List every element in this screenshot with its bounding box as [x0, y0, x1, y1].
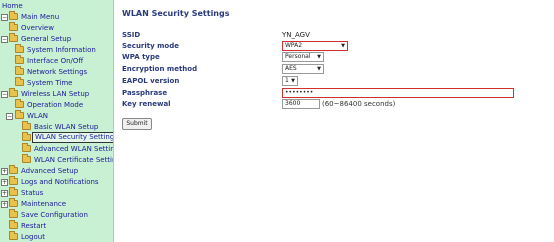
expand-icon[interactable]: + [1, 168, 8, 175]
nav-interface-on-off-label: Interface On/Off [27, 57, 84, 65]
dropdown-arrow-icon: ▼ [341, 43, 345, 49]
expand-icon[interactable]: + [1, 179, 8, 186]
folder-icon [22, 121, 31, 130]
folder-icon [9, 176, 18, 185]
key-renewal-label: Key renewal [122, 100, 171, 108]
folder-icon [9, 22, 18, 31]
key-renewal-hint: (60~86400 seconds) [322, 100, 396, 108]
folder-icon [15, 66, 24, 75]
folder-icon [22, 143, 31, 152]
nav-logout-label: Logout [21, 233, 45, 241]
encryption-method-label: Encryption method [122, 65, 198, 73]
sidebar: Home − Main Menu Overview − General Setu… [0, 0, 114, 242]
ssid-label: SSID [122, 31, 141, 39]
nav-system-time-label: System Time [27, 79, 73, 87]
folder-icon [15, 110, 24, 119]
folder-icon [22, 154, 31, 163]
nav-operation-mode-label: Operation Mode [27, 101, 84, 109]
page-title: WLAN Security Settings [122, 9, 230, 18]
main-content: WLAN Security Settings SSID YN_AGV Secur… [114, 0, 554, 242]
nav-system-information-label: System Information [27, 46, 96, 54]
eapol-version-value: 1 [285, 77, 289, 84]
folder-icon [22, 132, 31, 141]
folder-icon [9, 187, 18, 196]
nav-status-label: Status [21, 189, 44, 197]
collapse-icon[interactable]: − [1, 14, 8, 21]
folder-icon [15, 55, 24, 64]
eapol-version-label: EAPOL version [122, 77, 180, 85]
encryption-method-value: AES [285, 65, 297, 72]
collapse-icon[interactable]: − [6, 113, 13, 120]
nav-logs-and-notifications-label: Logs and Notifications [21, 178, 99, 186]
passphrase-input[interactable]: •••••••• [282, 88, 514, 98]
security-mode-value: WPA2 [285, 42, 303, 49]
folder-icon [9, 33, 18, 42]
nav-general-setup-label: General Setup [21, 35, 72, 43]
dropdown-arrow-icon: ▼ [317, 66, 321, 72]
folder-icon [9, 198, 18, 207]
eapol-version-select[interactable]: 1 ▼ [282, 76, 298, 86]
folder-icon [9, 220, 18, 229]
nav-main-menu-label: Main Menu [21, 13, 60, 21]
nav-save-configuration-label: Save Configuration [21, 211, 88, 219]
folder-icon [15, 77, 24, 86]
expand-icon[interactable]: + [1, 190, 8, 197]
dropdown-arrow-icon: ▼ [291, 78, 295, 84]
nav-wireless-lan-setup-label: Wireless LAN Setup [21, 90, 90, 98]
submit-button[interactable]: Submit [122, 118, 152, 130]
nav-advanced-setup-label: Advanced Setup [21, 167, 79, 175]
folder-icon [9, 165, 18, 174]
folder-icon [15, 99, 24, 108]
passphrase-label: Passphrase [122, 89, 168, 97]
security-mode-label: Security mode [122, 42, 179, 50]
nav-wlan-label: WLAN [27, 112, 49, 120]
wpa-type-value: Personal [285, 53, 311, 60]
nav-overview-label: Overview [21, 24, 54, 32]
folder-icon [9, 11, 18, 20]
encryption-method-select[interactable]: AES ▼ [282, 64, 324, 74]
expand-icon[interactable]: + [1, 201, 8, 208]
nav-wlan-security-settings-label: WLAN Security Settings [32, 132, 113, 143]
dropdown-arrow-icon: ▼ [317, 54, 321, 60]
security-mode-select[interactable]: WPA2 ▼ [282, 41, 348, 51]
collapse-icon[interactable]: − [1, 91, 8, 98]
key-renewal-input[interactable]: 3600 [282, 99, 320, 109]
wpa-type-select[interactable]: Personal ▼ [282, 52, 324, 62]
folder-icon [15, 44, 24, 53]
nav-maintenance-label: Maintenance [21, 200, 67, 208]
nav-advanced-wlan-settings-label: Advanced WLAN Settings [34, 145, 114, 153]
nav-network-settings-label: Network Settings [27, 68, 88, 76]
folder-icon [9, 209, 18, 218]
nav-wlan-certificate-settings-label: WLAN Certificate Settings [34, 156, 113, 164]
folder-icon [9, 231, 18, 240]
folder-icon [9, 88, 18, 97]
nav-restart-label: Restart [21, 222, 47, 230]
ssid-value: YN_AGV [282, 31, 310, 39]
wpa-type-label: WPA type [122, 53, 160, 61]
collapse-icon[interactable]: − [1, 36, 8, 43]
